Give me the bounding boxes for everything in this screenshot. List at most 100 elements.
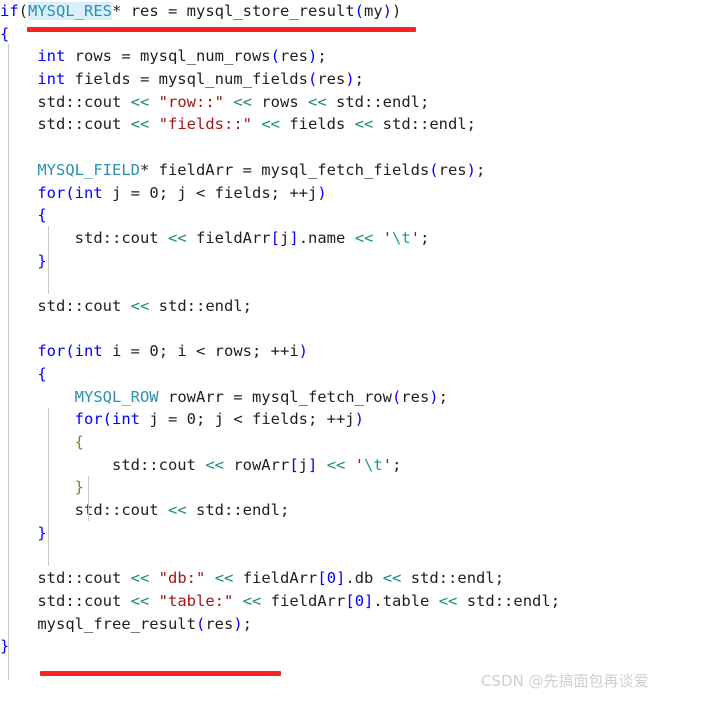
code-token: for bbox=[37, 342, 66, 361]
code-token: << bbox=[130, 569, 150, 588]
code-token: j = bbox=[140, 410, 187, 429]
code-token: res bbox=[205, 614, 234, 633]
code-line[interactable]: std::cout << std::endl; bbox=[0, 295, 710, 318]
code-line[interactable]: } bbox=[0, 476, 710, 499]
code-token: std::cout bbox=[0, 228, 168, 247]
code-token: j bbox=[280, 228, 290, 247]
code-line[interactable]: if(MYSQL_RES* res = mysql_store_result(m… bbox=[0, 0, 710, 23]
code-line[interactable]: } bbox=[0, 635, 710, 658]
code-line[interactable]: int fields = mysql_num_fields(res); bbox=[0, 68, 710, 91]
code-token: ( bbox=[391, 387, 402, 406]
code-token: rows = mysql_num_rows bbox=[65, 47, 271, 66]
code-token: << bbox=[214, 569, 234, 588]
code-line[interactable]: } bbox=[0, 250, 710, 273]
code-token: fields = mysql_num_fields bbox=[65, 70, 308, 89]
indent-guide bbox=[48, 408, 49, 566]
indent-guide bbox=[48, 226, 49, 294]
code-token: 0 bbox=[354, 591, 365, 610]
code-token: * bbox=[112, 2, 122, 20]
code-token: my bbox=[364, 2, 383, 20]
code-token: std::endl; bbox=[373, 115, 476, 134]
code-token: std::cout bbox=[0, 569, 131, 588]
code-token: fieldArr bbox=[233, 569, 318, 588]
code-token: ( bbox=[354, 2, 364, 20]
code-line[interactable]: { bbox=[0, 363, 710, 386]
code-token: << bbox=[205, 455, 224, 474]
code-token: ) bbox=[317, 183, 327, 202]
code-token: 0 bbox=[186, 410, 197, 429]
code-token: rowArr bbox=[223, 455, 290, 474]
code-line[interactable]: { bbox=[0, 204, 710, 227]
code-line[interactable] bbox=[0, 318, 710, 341]
code-token: << bbox=[354, 228, 374, 247]
code-line[interactable]: { bbox=[0, 431, 710, 454]
code-line[interactable]: int rows = mysql_num_rows(res); bbox=[0, 45, 710, 68]
code-token: MYSQL_FIELD bbox=[37, 160, 140, 179]
code-token: int bbox=[37, 47, 66, 66]
code-token: std::endl; bbox=[326, 92, 430, 111]
code-token: << bbox=[233, 92, 253, 111]
code-line[interactable]: MYSQL_FIELD* fieldArr = mysql_fetch_fiel… bbox=[0, 159, 710, 182]
code-token: << bbox=[326, 455, 346, 474]
code-line[interactable]: for(int i = 0; i < rows; ++i) bbox=[0, 340, 710, 363]
code-token: ' bbox=[354, 455, 365, 474]
code-token: } bbox=[37, 251, 47, 270]
code-token: << bbox=[130, 92, 150, 111]
code-token: .name bbox=[298, 228, 355, 247]
code-line[interactable]: std::cout << std::endl; bbox=[0, 499, 710, 522]
code-line[interactable]: for(int j = 0; j < fields; ++j) bbox=[0, 408, 710, 431]
code-token: ' bbox=[382, 455, 393, 474]
code-token: { bbox=[37, 206, 47, 225]
underline-if-statement bbox=[27, 27, 416, 32]
code-line[interactable]: std::cout << fieldArr[j].name << '\t'; bbox=[0, 227, 710, 250]
code-line[interactable] bbox=[0, 545, 710, 568]
code-line[interactable]: std::cout << "row::" << rows << std::end… bbox=[0, 91, 710, 114]
code-token: j = bbox=[102, 183, 150, 202]
code-line[interactable]: } bbox=[0, 522, 710, 545]
code-token: mysql_free_result bbox=[0, 614, 196, 633]
code-token: ; bbox=[475, 160, 486, 179]
code-token: MYSQL_RES bbox=[28, 2, 113, 20]
code-token: fields bbox=[280, 115, 355, 134]
code-token: rows bbox=[252, 92, 309, 111]
code-editor: if(MYSQL_RES* res = mysql_store_result(m… bbox=[0, 0, 710, 704]
code-token: [ bbox=[317, 569, 327, 588]
code-token: << bbox=[438, 591, 458, 610]
code-line[interactable]: MYSQL_ROW rowArr = mysql_fetch_row(res); bbox=[0, 386, 710, 409]
code-token: ] bbox=[308, 455, 318, 474]
code-line[interactable]: std::cout << "fields::" << fields << std… bbox=[0, 113, 710, 136]
code-token: if bbox=[0, 2, 19, 20]
code-token: fieldArr bbox=[261, 591, 346, 610]
code-token: ( bbox=[65, 342, 75, 361]
code-token: ) bbox=[298, 342, 309, 361]
code-line[interactable] bbox=[0, 272, 710, 295]
code-line[interactable]: std::cout << rowArr[j] << '\t'; bbox=[0, 454, 710, 477]
code-token: { bbox=[74, 433, 84, 452]
code-line[interactable]: for(int j = 0; j < fields; ++j) bbox=[0, 182, 710, 205]
code-token: ( bbox=[307, 70, 318, 89]
code-token: << bbox=[130, 591, 150, 610]
code-token: ] bbox=[336, 569, 346, 588]
code-token: << bbox=[308, 92, 327, 111]
code-line[interactable] bbox=[0, 136, 710, 159]
code-line[interactable]: std::cout << "table:" << fieldArr[0].tab… bbox=[0, 590, 710, 613]
code-line[interactable]: mysql_free_result(res); bbox=[0, 613, 710, 636]
code-token: std::endl; bbox=[457, 591, 561, 610]
code-line[interactable]: std::cout << "db:" << fieldArr[0].db << … bbox=[0, 567, 710, 590]
code-token: ; bbox=[317, 47, 327, 66]
code-token: << bbox=[130, 296, 150, 315]
code-token: << bbox=[261, 115, 281, 134]
